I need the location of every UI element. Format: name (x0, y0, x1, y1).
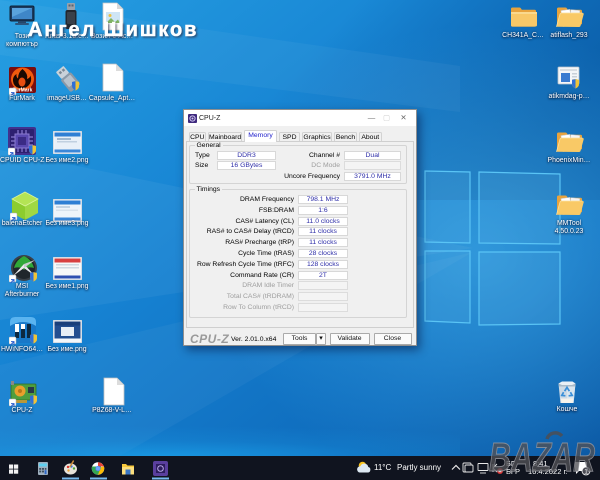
svg-text:BAZAR: BAZAR (489, 434, 595, 480)
